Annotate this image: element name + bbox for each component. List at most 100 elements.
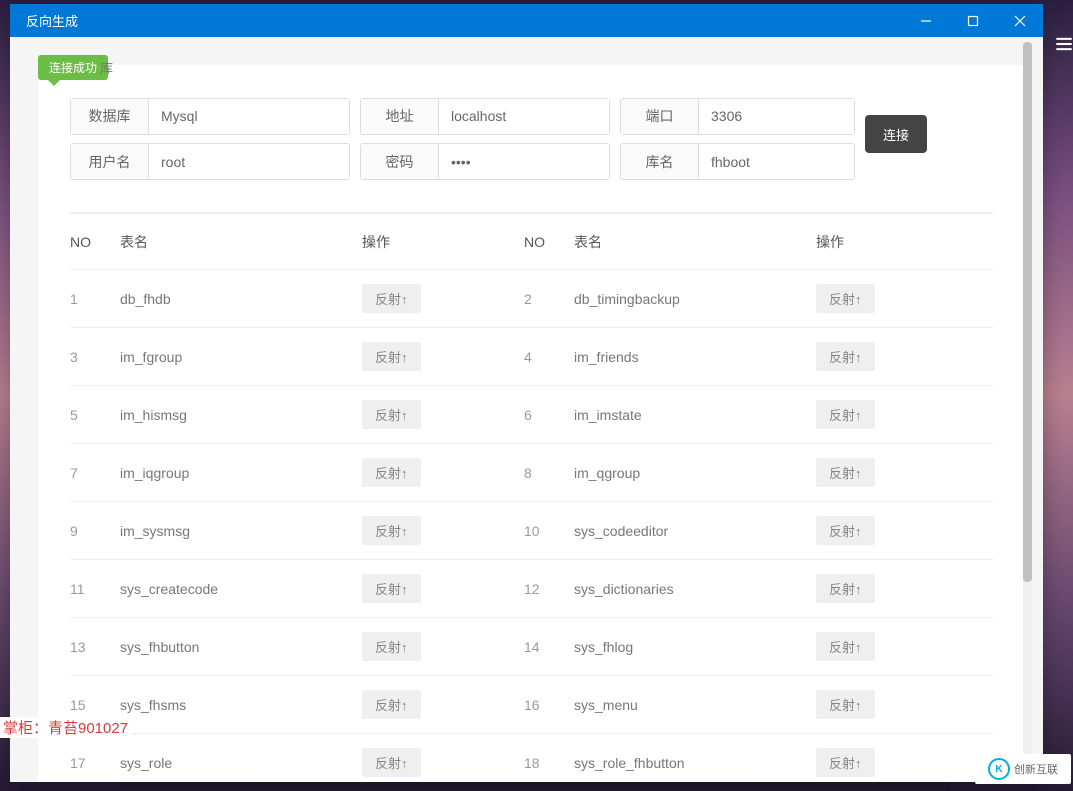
cell-no: 2	[524, 291, 574, 307]
addr-input[interactable]	[439, 99, 609, 134]
reflect-button[interactable]: 反射↑	[362, 284, 421, 313]
cell-action: 反射↑	[816, 574, 978, 603]
reflect-button[interactable]: 反射↑	[362, 458, 421, 487]
logo-icon: K	[988, 758, 1010, 780]
cell-action: 反射↑	[816, 342, 978, 371]
cell-action: 反射↑	[362, 574, 524, 603]
cell-name: im_qgroup	[574, 465, 816, 481]
dbname-input[interactable]	[699, 144, 854, 179]
table-row: 1db_fhdb反射↑2db_timingbackup反射↑	[70, 270, 993, 328]
cell-no: 9	[70, 523, 120, 539]
cell-action: 反射↑	[362, 690, 524, 719]
cell-name: sys_fhbutton	[120, 639, 362, 655]
pwd-input[interactable]	[439, 144, 609, 179]
pwd-label: 密码	[361, 144, 439, 179]
reflect-button[interactable]: 反射↑	[362, 748, 421, 777]
window-title: 反向生成	[10, 11, 902, 30]
cell-name: im_hismsg	[120, 407, 362, 423]
cell-name: im_friends	[574, 349, 816, 365]
reflect-button[interactable]: 反射↑	[362, 342, 421, 371]
reflect-button[interactable]: 反射↑	[816, 690, 875, 719]
reflect-button[interactable]: 反射↑	[362, 632, 421, 661]
th-name2: 表名	[574, 232, 816, 252]
success-badge: 连接成功	[38, 55, 108, 80]
cell-name: sys_menu	[574, 697, 816, 713]
reflect-button[interactable]: 反射↑	[816, 458, 875, 487]
reflect-button[interactable]: 反射↑	[362, 574, 421, 603]
cell-action: 反射↑	[362, 516, 524, 545]
th-action2: 操作	[816, 232, 978, 252]
close-button[interactable]	[996, 4, 1043, 37]
logo-badge: K 创新互联	[975, 754, 1071, 784]
table-row: 17sys_role反射↑18sys_role_fhbutton反射↑	[70, 734, 993, 782]
cell-action: 反射↑	[816, 400, 978, 429]
cell-action: 反射↑	[362, 400, 524, 429]
cell-name: sys_role	[120, 755, 362, 771]
maximize-button[interactable]	[949, 4, 996, 37]
cell-no: 14	[524, 639, 574, 655]
cell-no: 12	[524, 581, 574, 597]
user-label: 用户名	[71, 144, 149, 179]
port-label: 端口	[621, 99, 699, 134]
reflect-button[interactable]: 反射↑	[816, 400, 875, 429]
cell-name: sys_fhlog	[574, 639, 816, 655]
cell-no: 8	[524, 465, 574, 481]
table-row: 15sys_fhsms反射↑16sys_menu反射↑	[70, 676, 993, 734]
user-input[interactable]	[149, 144, 349, 179]
th-action: 操作	[362, 232, 524, 252]
db-input[interactable]	[149, 99, 349, 134]
cell-action: 反射↑	[362, 748, 524, 777]
reflect-button[interactable]: 反射↑	[816, 574, 875, 603]
reflect-button[interactable]: 反射↑	[816, 632, 875, 661]
cell-name: sys_fhsms	[120, 697, 362, 713]
cell-no: 1	[70, 291, 120, 307]
connect-button[interactable]: 连接	[865, 115, 927, 153]
cell-no: 10	[524, 523, 574, 539]
cell-action: 反射↑	[816, 516, 978, 545]
logo-text: 创新互联	[1014, 761, 1058, 777]
table-row: 13sys_fhbutton反射↑14sys_fhlog反射↑	[70, 618, 993, 676]
cell-no: 18	[524, 755, 574, 771]
titlebar[interactable]: 反向生成	[10, 4, 1043, 37]
db-label: 数据库	[71, 99, 149, 134]
cell-name: im_iqgroup	[120, 465, 362, 481]
partial-text: 库	[100, 58, 113, 77]
cell-no: 7	[70, 465, 120, 481]
cell-action: 反射↑	[816, 690, 978, 719]
cell-action: 反射↑	[362, 284, 524, 313]
cell-no: 15	[70, 697, 120, 713]
scrollbar-thumb[interactable]	[1023, 42, 1032, 582]
dbname-label: 库名	[621, 144, 699, 179]
minimize-button[interactable]	[902, 4, 949, 37]
reflect-button[interactable]: 反射↑	[816, 342, 875, 371]
cell-action: 反射↑	[816, 748, 978, 777]
reflect-button[interactable]: 反射↑	[362, 516, 421, 545]
cell-no: 13	[70, 639, 120, 655]
reflect-button[interactable]: 反射↑	[816, 284, 875, 313]
cell-name: im_sysmsg	[120, 523, 362, 539]
cell-no: 3	[70, 349, 120, 365]
cell-no: 17	[70, 755, 120, 771]
port-input[interactable]	[699, 99, 854, 134]
cell-name: sys_createcode	[120, 581, 362, 597]
reflect-button[interactable]: 反射↑	[816, 748, 875, 777]
cell-name: im_fgroup	[120, 349, 362, 365]
cell-no: 4	[524, 349, 574, 365]
table-row: 7im_iqgroup反射↑8im_qgroup反射↑	[70, 444, 993, 502]
cell-name: db_fhdb	[120, 291, 362, 307]
reflect-button[interactable]: 反射↑	[362, 400, 421, 429]
cell-name: im_imstate	[574, 407, 816, 423]
reflect-button[interactable]: 反射↑	[362, 690, 421, 719]
cell-action: 反射↑	[816, 632, 978, 661]
cell-name: sys_codeeditor	[574, 523, 816, 539]
content-card: 连接成功 库 数据库 地址 端口 连接	[38, 65, 1025, 782]
table-row: 9im_sysmsg反射↑10sys_codeeditor反射↑	[70, 502, 993, 560]
table-row: 3im_fgroup反射↑4im_friends反射↑	[70, 328, 993, 386]
reflect-button[interactable]: 反射↑	[816, 516, 875, 545]
hamburger-icon[interactable]	[1055, 35, 1073, 53]
th-name: 表名	[120, 232, 362, 252]
table-row: 11sys_createcode反射↑12sys_dictionaries反射↑	[70, 560, 993, 618]
footer-label: 掌柜：青苔901027	[0, 717, 131, 738]
cell-action: 反射↑	[816, 458, 978, 487]
cell-action: 反射↑	[362, 458, 524, 487]
